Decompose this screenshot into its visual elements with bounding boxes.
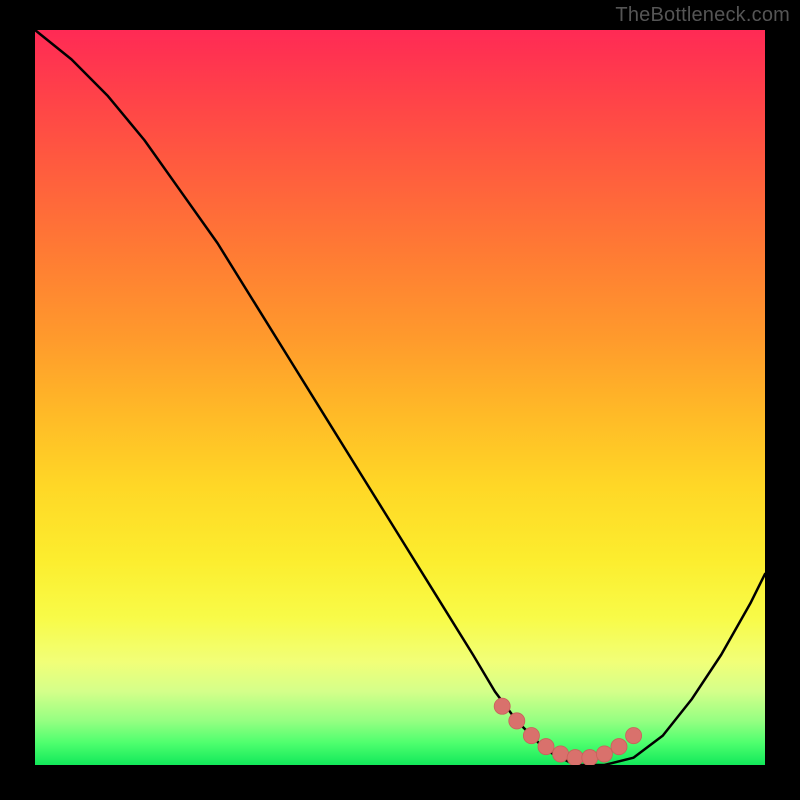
optimal-zone-marker xyxy=(567,750,583,765)
optimal-zone-markers xyxy=(494,698,641,765)
optimal-zone-marker xyxy=(626,728,642,744)
optimal-zone-marker xyxy=(538,739,554,755)
curve-svg xyxy=(35,30,765,765)
optimal-zone-marker xyxy=(596,746,612,762)
plot-area xyxy=(35,30,765,765)
chart-frame: TheBottleneck.com xyxy=(0,0,800,800)
optimal-zone-marker xyxy=(523,728,539,744)
watermark-label: TheBottleneck.com xyxy=(615,4,790,27)
optimal-zone-marker xyxy=(582,750,598,765)
bottleneck-curve xyxy=(35,30,765,765)
optimal-zone-marker xyxy=(509,713,525,729)
optimal-zone-marker xyxy=(553,746,569,762)
optimal-zone-marker xyxy=(611,739,627,755)
optimal-zone-marker xyxy=(494,698,510,714)
